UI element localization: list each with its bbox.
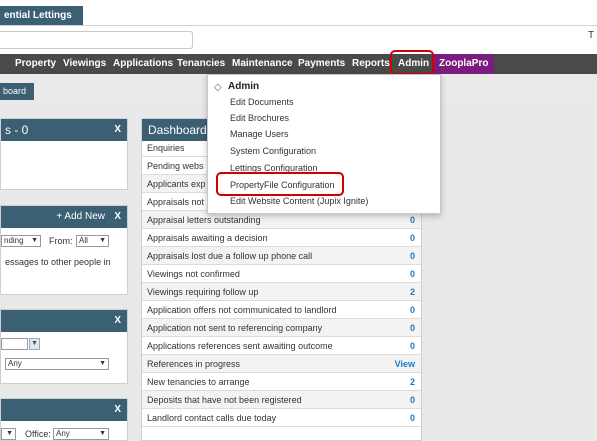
nav-property[interactable]: Property (15, 54, 56, 74)
filter-select[interactable]: nding ▼ (1, 235, 41, 247)
any-select[interactable]: Any ▼ (5, 358, 109, 370)
dashboard-row[interactable]: Applications references sent awaiting ou… (142, 337, 421, 355)
dashboard-row[interactable]: Deposits that have not been registered 0 (142, 391, 421, 409)
dashboard-row[interactable]: References in progress View (142, 355, 421, 373)
from-label: From: (49, 236, 73, 246)
nav-tenancies[interactable]: Tenancies (177, 54, 225, 74)
nav-payments[interactable]: Payments (298, 54, 345, 74)
menu-item-manage-users[interactable]: Manage Users (230, 129, 289, 139)
dropdown-button[interactable]: ▼ (29, 338, 40, 350)
search-input[interactable] (0, 31, 193, 49)
dashboard-row[interactable]: Application offers not communicated to l… (142, 301, 421, 319)
from-select[interactable]: All ▼ (76, 235, 109, 247)
left-panel-4: X ▼ Office: Any ▼ (0, 398, 128, 441)
chevron-down-icon: ▼ (31, 237, 38, 244)
select-field[interactable] (1, 338, 28, 350)
menu-item-edit-documents[interactable]: Edit Documents (230, 97, 294, 107)
select-field[interactable]: ▼ (1, 428, 16, 440)
tag-icon: ◇ (214, 82, 222, 93)
office-select[interactable]: Any ▼ (53, 428, 109, 440)
left-panel-1: s - 0 X (0, 118, 128, 190)
close-icon[interactable]: X (114, 399, 121, 421)
nav-viewings[interactable]: Viewings (63, 54, 106, 74)
panel-header: + Add New X (1, 206, 127, 228)
nav-maintenance[interactable]: Maintenance (232, 54, 293, 74)
dashboard-row[interactable]: Application not sent to referencing comp… (142, 319, 421, 337)
dashboard-row[interactable]: Viewings not confirmed 0 (142, 265, 421, 283)
admin-highlight (390, 50, 434, 75)
close-icon[interactable]: X (114, 206, 121, 228)
dashboard-row[interactable]: Appraisals lost due a follow up phone ca… (142, 247, 421, 265)
chevron-down-icon: ▼ (99, 237, 106, 244)
menu-item-system-configuration[interactable]: System Configuration (230, 146, 316, 156)
office-label: Office: (25, 429, 51, 439)
messages-text: essages to other people in (5, 257, 111, 267)
chevron-down-icon: ▼ (99, 360, 106, 367)
main-nav: Property Viewings Applications Tenancies… (0, 54, 597, 74)
chevron-down-icon: ▼ (99, 430, 106, 437)
propertyfile-highlight (216, 172, 344, 196)
dashboard-row[interactable]: New tenancies to arrange 2 (142, 373, 421, 391)
add-new-button[interactable]: + Add New (56, 206, 105, 228)
dashboard-row[interactable]: Viewings requiring follow up 2 (142, 283, 421, 301)
close-icon[interactable]: X (114, 119, 121, 141)
dashboard-row[interactable]: Landlord contact calls due today 0 (142, 409, 421, 427)
dashboard-title: Dashboard (148, 123, 207, 137)
nav-zooplapro[interactable]: ZooplaPro (433, 54, 495, 74)
panel-title: s - 0 (5, 123, 29, 137)
brand-tab[interactable]: ential Lettings (0, 6, 83, 26)
menu-item-edit-brochures[interactable]: Edit Brochures (230, 113, 289, 123)
top-bar: ential Lettings T (0, 0, 597, 56)
chevron-down-icon: ▼ (31, 340, 38, 347)
chevron-down-icon: ▼ (6, 430, 13, 437)
dashboard-row[interactable]: Appraisals awaiting a decision 0 (142, 229, 421, 247)
top-right-text: T (588, 30, 595, 41)
left-panel-3: X ▼ Any ▼ (0, 309, 128, 384)
close-icon[interactable]: X (114, 310, 121, 332)
nav-applications[interactable]: Applications (113, 54, 173, 74)
left-panel-2: + Add New X nding ▼ From: All ▼ essages to… (0, 205, 128, 295)
panel-header: s - 0 X (1, 119, 127, 141)
panel-header: X (1, 310, 127, 332)
admin-menu-header: Admin (228, 81, 260, 92)
brand-divider (0, 25, 597, 26)
menu-item-edit-website-content[interactable]: Edit Website Content (Jupix Ignite) (230, 196, 368, 206)
dashboard-tab[interactable]: board (0, 83, 34, 100)
nav-reports[interactable]: Reports (352, 54, 390, 74)
panel-header: X (1, 399, 127, 421)
